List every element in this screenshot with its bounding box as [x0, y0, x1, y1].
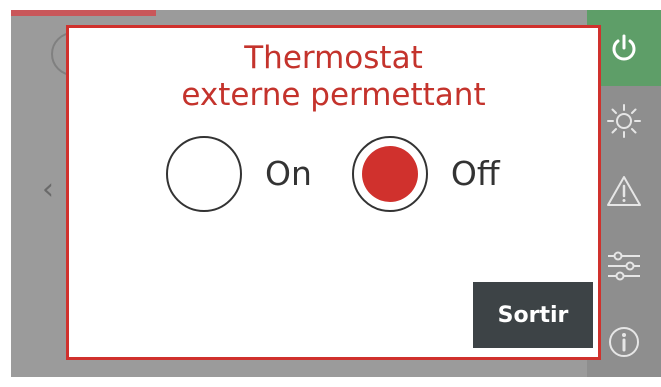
radio-option-on[interactable]: On: [166, 136, 312, 212]
radio-label-on: On: [265, 154, 312, 193]
top-accent-bar: [11, 10, 156, 16]
radio-group: On Off: [166, 136, 500, 212]
sliders-icon: [608, 251, 640, 281]
info-icon: [609, 326, 639, 357]
dialog-title: Thermostat externe permettant: [181, 40, 486, 113]
settings-dialog: Thermostat externe permettant On Off Sor…: [66, 25, 601, 360]
power-icon: [612, 34, 636, 61]
sun-icon: [607, 104, 641, 138]
chevron-left-icon[interactable]: ‹: [37, 170, 59, 210]
radio-circle: [351, 136, 428, 212]
radio-circle: [166, 136, 242, 212]
radio-label-off: Off: [450, 154, 500, 193]
radio-option-off[interactable]: Off: [351, 136, 500, 212]
warning-icon: [607, 176, 641, 206]
radio-selected-dot: [361, 146, 418, 202]
exit-button[interactable]: Sortir: [473, 282, 593, 348]
